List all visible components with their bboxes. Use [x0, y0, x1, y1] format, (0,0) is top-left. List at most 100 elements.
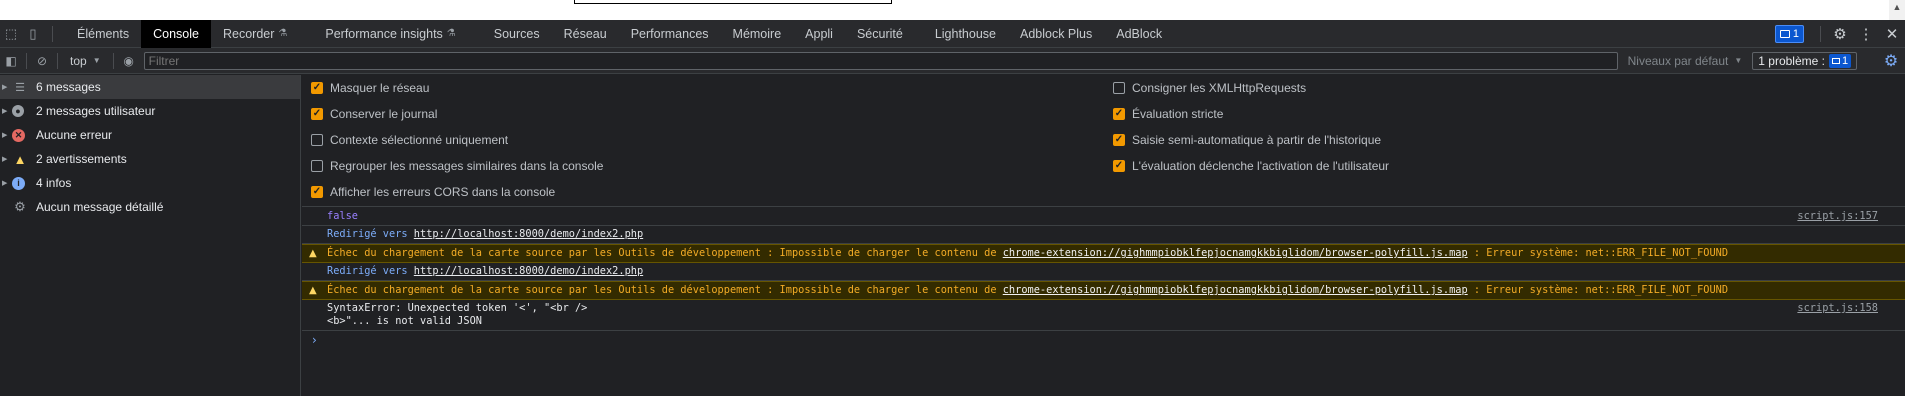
log-levels-dropdown[interactable]: Niveaux par défaut ▼ [1618, 54, 1753, 68]
warning-icon: ▲ [309, 248, 317, 259]
source-link[interactable]: script.js:158 [1797, 302, 1878, 315]
checkbox-unchecked-icon [311, 160, 323, 172]
error-icon: ✕ [12, 128, 25, 142]
console-message-redirect[interactable]: Redirigé vers http://localhost:8000/demo… [302, 226, 1905, 244]
clear-console-icon[interactable]: ⊘ [31, 48, 53, 74]
tab-performance-insights[interactable]: Performance insights ⚗ [313, 20, 467, 48]
verbose-gear-icon: ⚙ [14, 199, 26, 214]
divider [52, 25, 53, 42]
expand-arrow-icon: ▶ [2, 84, 8, 91]
tab-sources[interactable]: Sources [482, 20, 552, 48]
console-sidebar: ▶ ☰ 6 messages ▶ ● 2 messages utilisateu… [0, 75, 301, 396]
chevron-down-icon: ▼ [1734, 56, 1743, 65]
setting-group-similar[interactable]: Regrouper les messages similaires dans l… [311, 159, 603, 173]
message-icon [1831, 57, 1840, 64]
tab-console[interactable]: Console [141, 19, 211, 48]
tab-memory[interactable]: Mémoire [721, 20, 794, 48]
filter-input[interactable] [143, 51, 1618, 70]
sourcemap-url-link[interactable]: chrome-extension://gighmmpiobklfepjocnam… [1003, 247, 1468, 259]
context-label: top [70, 53, 87, 68]
sidebar-toggle-icon[interactable]: ◧ [0, 48, 22, 74]
device-toolbar-icon[interactable]: ▯ [22, 20, 44, 48]
tab-adblock-plus[interactable]: Adblock Plus [1008, 20, 1104, 48]
devtools-tabbar: ⬚ ▯ Éléments Console Recorder ⚗ Performan… [0, 19, 1905, 48]
checkbox-checked-icon: ✓ [311, 186, 323, 198]
console-prompt[interactable]: › [302, 331, 1905, 349]
context-selector[interactable]: top ▼ [62, 54, 109, 68]
console-message-log[interactable]: false script.js:157 [302, 208, 1905, 226]
setting-preserve-log[interactable]: ✓ Conserver le journal [311, 107, 437, 121]
info-icon: i [12, 176, 25, 190]
setting-user-activation-eval[interactable]: ✓ L'évaluation déclenche l'activation de… [1113, 159, 1389, 173]
console-message-redirect[interactable]: Redirigé vers http://localhost:8000/demo… [302, 263, 1905, 281]
console-message-error-log[interactable]: SyntaxError: Unexpected token '<', "<br … [302, 300, 1905, 331]
message-icon [1779, 29, 1790, 38]
warning-error-text: : Erreur système: net::ERR_FILE_NOT_FOUN… [1473, 284, 1729, 296]
page-viewport-strip: ▲ [0, 0, 1905, 20]
warning-icon: ▲ [13, 151, 27, 167]
checkbox-checked-icon: ✓ [311, 108, 323, 120]
checkbox-unchecked-icon [311, 134, 323, 146]
setting-show-cors-errors[interactable]: ✓ Afficher les erreurs CORS dans la cons… [311, 185, 555, 199]
checkbox-checked-icon: ✓ [311, 82, 323, 94]
source-link[interactable]: script.js:157 [1797, 210, 1878, 223]
eye-icon[interactable]: ◉ [118, 48, 140, 74]
tab-security[interactable]: Sécurité [845, 20, 915, 48]
prompt-chevron-icon: › [312, 333, 317, 347]
scroll-up-arrow-icon[interactable]: ▲ [1889, 0, 1905, 20]
redirect-url-link[interactable]: http://localhost:8000/demo/index2.php [414, 228, 643, 240]
issues-count-badge: 1 [1828, 53, 1852, 68]
tab-elements[interactable]: Éléments [65, 20, 141, 48]
sidebar-item-messages[interactable]: ▶ ☰ 6 messages [0, 75, 300, 99]
checkbox-unchecked-icon [1113, 82, 1125, 94]
inspect-icon[interactable]: ⬚ [0, 20, 22, 48]
redirect-url-link[interactable]: http://localhost:8000/demo/index2.php [414, 265, 643, 277]
issues-label: 1 problème : [1758, 53, 1825, 68]
setting-autocomplete-history[interactable]: ✓ Saisie semi-automatique à partir de l'… [1113, 133, 1381, 147]
checkbox-checked-icon: ✓ [1113, 134, 1125, 146]
tab-network[interactable]: Réseau [552, 20, 619, 48]
close-icon[interactable]: ✕ [1879, 20, 1905, 48]
warning-error-text: : Erreur système: net::ERR_FILE_NOT_FOUN… [1473, 247, 1729, 259]
sourcemap-url-link[interactable]: chrome-extension://gighmmpiobklfepjocnam… [1003, 284, 1468, 296]
warning-text: Échec du chargement de la carte source p… [327, 247, 997, 259]
tab-application[interactable]: Appli [793, 20, 845, 48]
setting-selected-context-only[interactable]: Contexte sélectionné uniquement [311, 133, 508, 147]
issues-badge-button[interactable]: 1 [1774, 24, 1804, 43]
page-element-outline [574, 0, 892, 4]
experiment-flask-icon: ⚗ [446, 28, 456, 39]
more-vertical-icon[interactable]: ⋮ [1853, 20, 1879, 48]
chevron-down-icon: ▼ [92, 56, 101, 65]
issues-counter-button[interactable]: 1 problème : 1 [1752, 51, 1858, 70]
sidebar-item-user-messages[interactable]: ▶ ● 2 messages utilisateur [0, 99, 300, 123]
message-value: false [327, 210, 358, 222]
sidebar-item-label: 4 infos [36, 176, 72, 190]
sidebar-item-warnings[interactable]: ▶ ▲ 2 avertissements [0, 147, 300, 171]
sidebar-item-info[interactable]: ▶ i 4 infos [0, 171, 300, 195]
setting-hide-network[interactable]: ✓ Masquer le réseau [311, 81, 429, 95]
tabbar-actions: 1 ⚙ ⋮ ✕ [1774, 20, 1905, 48]
tab-performance[interactable]: Performances [619, 20, 721, 48]
sidebar-item-label: Aucune erreur [36, 128, 113, 142]
log-levels-label: Niveaux par défaut [1627, 53, 1729, 68]
console-message-warning[interactable]: ▲ Échec du chargement de la carte source… [302, 281, 1905, 300]
gear-icon[interactable]: ⚙ [1827, 20, 1853, 48]
setting-log-xhr[interactable]: Consigner les XMLHttpRequests [1113, 81, 1306, 95]
setting-eager-evaluation[interactable]: ✓ Évaluation stricte [1113, 107, 1223, 121]
divider [57, 52, 58, 69]
checkbox-checked-icon: ✓ [1113, 160, 1125, 172]
console-toolbar: ◧ ⊘ top ▼ ◉ Niveaux par défaut ▼ 1 probl… [0, 48, 1905, 74]
tab-adblock[interactable]: AdBlock [1104, 20, 1174, 48]
tab-recorder[interactable]: Recorder ⚗ [211, 20, 299, 48]
console-messages: false script.js:157 Redirigé vers http:/… [302, 208, 1905, 349]
sidebar-item-errors[interactable]: ▶ ✕ Aucune erreur [0, 123, 300, 147]
experiment-flask-icon: ⚗ [278, 28, 288, 39]
warning-icon: ▲ [309, 285, 317, 296]
console-settings-gear-icon[interactable]: ⚙ [1877, 48, 1905, 74]
sidebar-item-verbose[interactable]: ⚙ Aucun message détaillé [0, 195, 300, 219]
user-icon: ● [12, 105, 24, 117]
tab-lighthouse[interactable]: Lighthouse [923, 20, 1008, 48]
message-line: <b>"... is not valid JSON [327, 315, 482, 327]
console-message-warning[interactable]: ▲ Échec du chargement de la carte source… [302, 244, 1905, 263]
redirect-prefix: Redirigé vers [327, 228, 408, 240]
